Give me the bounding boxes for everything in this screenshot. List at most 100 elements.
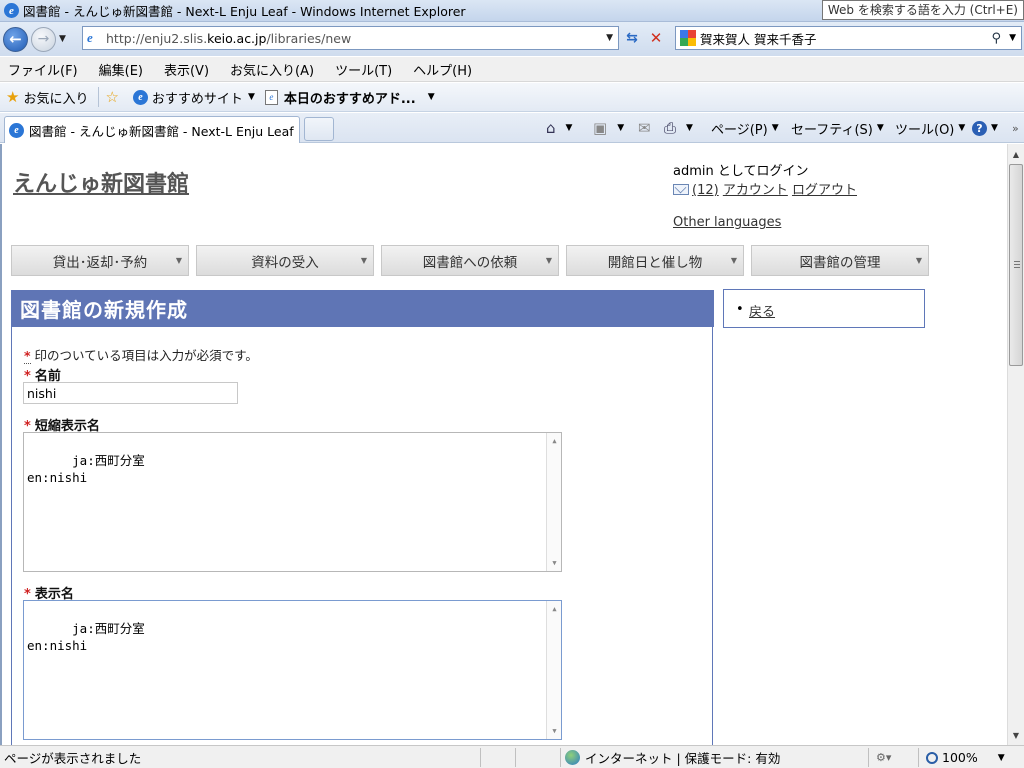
page-heading: 図書館の新規作成 bbox=[12, 290, 714, 327]
nav-events[interactable]: 開館日と催し物 ▼ bbox=[566, 245, 744, 276]
recommended-sites-link[interactable]: e おすすめサイト ▼ bbox=[132, 88, 255, 107]
favorites-divider bbox=[98, 87, 100, 107]
security-zone-text: インターネット | 保護モード: 有効 bbox=[585, 751, 781, 766]
scroll-up-icon[interactable]: ▲ bbox=[547, 434, 561, 448]
menu-edit[interactable]: 編集(E) bbox=[97, 60, 145, 79]
home-button[interactable]: ⌂ ▼ bbox=[546, 117, 572, 139]
search-options-dropdown-icon[interactable]: ▼ bbox=[1009, 33, 1016, 43]
favorites-button[interactable]: ★ お気に入り bbox=[6, 88, 88, 107]
help-dropdown-icon[interactable]: ▼ bbox=[991, 123, 998, 133]
nav-acquisition[interactable]: 資料の受入 ▼ bbox=[196, 245, 374, 276]
scroll-down-icon[interactable]: ▼ bbox=[547, 724, 561, 738]
refresh-button[interactable]: ⇆ bbox=[621, 27, 643, 49]
forward-button[interactable]: → bbox=[31, 26, 56, 52]
feeds-button[interactable]: ▣ ▼ bbox=[593, 117, 624, 139]
tools-menu-label: ツール(O) bbox=[895, 122, 955, 138]
favorites-label: お気に入り bbox=[23, 91, 89, 107]
google-provider-icon bbox=[680, 30, 696, 46]
messages-mail-icon[interactable] bbox=[673, 184, 689, 195]
scroll-thumb[interactable] bbox=[1009, 164, 1023, 366]
short-display-name-textarea[interactable]: ja:西町分室 en:nishi ▲ ▼ bbox=[23, 432, 562, 572]
page-icon: e bbox=[87, 30, 93, 45]
menu-view[interactable]: 表示(V) bbox=[162, 60, 211, 79]
search-box[interactable]: 賀来賀人 賀来千香子 ⚲ ▼ bbox=[675, 26, 1022, 50]
window-title: 図書館 - えんじゅ新図書館 - Next-L Enju Leaf - Wind… bbox=[23, 4, 466, 19]
status-divider bbox=[560, 748, 561, 767]
scroll-down-icon[interactable]: ▼ bbox=[547, 556, 561, 570]
short-display-name-value: ja:西町分室 en:nishi bbox=[27, 453, 145, 485]
print-button[interactable]: ⎙ ▼ bbox=[664, 117, 693, 139]
menu-help[interactable]: ヘルプ(H) bbox=[411, 60, 474, 79]
account-links: (12) アカウント ログアウト bbox=[673, 181, 857, 200]
textarea-scrollbar[interactable]: ▲ ▼ bbox=[546, 601, 561, 739]
scroll-up-icon[interactable]: ▲ bbox=[1008, 146, 1024, 162]
protected-mode-button[interactable]: ⚙▾ bbox=[876, 749, 891, 766]
todays-addon-link[interactable]: e 本日のおすすめアド... ▼ bbox=[264, 88, 435, 107]
page-menu-dropdown-icon: ▼ bbox=[771, 123, 779, 133]
site-title-link[interactable]: えんじゅ新図書館 bbox=[13, 166, 189, 198]
other-languages-link[interactable]: Other languages bbox=[673, 215, 781, 230]
messages-count-link[interactable]: (12) bbox=[692, 183, 719, 198]
menu-favorites[interactable]: お気に入り(A) bbox=[228, 60, 316, 79]
search-icon[interactable]: ⚲ bbox=[991, 31, 1001, 46]
menu-tools[interactable]: ツール(T) bbox=[333, 60, 394, 79]
zoom-level: 100% bbox=[942, 750, 978, 765]
back-button[interactable]: ← bbox=[3, 26, 28, 52]
address-dropdown-icon[interactable]: ▼ bbox=[606, 33, 613, 43]
page-menu-label: ページ(P) bbox=[711, 122, 768, 138]
scroll-down-icon[interactable]: ▼ bbox=[1008, 727, 1024, 743]
scroll-up-icon[interactable]: ▲ bbox=[547, 602, 561, 616]
account-link[interactable]: アカウント bbox=[723, 183, 788, 198]
tools-menu[interactable]: ツール(O) ▼ bbox=[895, 117, 965, 139]
address-toolbar: ← → ▼ e http://enju2.slis.keio.ac.jp/lib… bbox=[0, 22, 1024, 56]
search-input[interactable]: 賀来賀人 賀来千香子 bbox=[700, 29, 816, 48]
grip-icon bbox=[1014, 261, 1020, 268]
display-name-textarea[interactable]: ja:西町分室 en:nishi ▲ ▼ bbox=[23, 600, 562, 740]
security-zone[interactable]: インターネット | 保護モード: 有効 bbox=[565, 749, 780, 766]
logout-link[interactable]: ログアウト bbox=[792, 183, 857, 198]
page-scrollbar[interactable]: ▲ ▼ bbox=[1007, 144, 1024, 745]
safety-menu[interactable]: セーフティ(S) ▼ bbox=[791, 117, 884, 139]
refresh-icon: ⇆ bbox=[626, 30, 638, 46]
display-name-value: ja:西町分室 en:nishi bbox=[27, 621, 145, 653]
textarea-scrollbar[interactable]: ▲ ▼ bbox=[546, 433, 561, 571]
nav-administration[interactable]: 図書館の管理 ▼ bbox=[751, 245, 929, 276]
favorites-bar: ★ お気に入り ☆ e おすすめサイト ▼ e 本日のおすすめアド... ▼ bbox=[0, 83, 1024, 112]
main-navigation: 貸出･返却･予約 ▼ 資料の受入 ▼ 図書館への依頼 ▼ 開館日と催し物 ▼ 図書館の管… bbox=[11, 245, 936, 276]
page-menu[interactable]: ページ(P) ▼ bbox=[711, 117, 779, 139]
safety-menu-label: セーフティ(S) bbox=[791, 122, 873, 138]
nav-administration-label: 図書館の管理 bbox=[799, 254, 881, 271]
protected-mode-icon: ⚙▾ bbox=[876, 751, 892, 764]
side-panel: • 戻る bbox=[723, 289, 925, 328]
zoom-dropdown-icon[interactable]: ▼ bbox=[998, 753, 1005, 763]
feeds-dropdown-icon[interactable]: ▼ bbox=[617, 123, 624, 133]
nav-circulation[interactable]: 貸出･返却･予約 ▼ bbox=[11, 245, 189, 276]
print-dropdown-icon[interactable]: ▼ bbox=[686, 123, 693, 133]
nav-requests[interactable]: 図書館への依頼 ▼ bbox=[381, 245, 559, 276]
menu-file[interactable]: ファイル(F) bbox=[6, 60, 80, 79]
todays-addon-label: 本日のおすすめアド... bbox=[283, 91, 416, 107]
home-dropdown-icon[interactable]: ▼ bbox=[566, 123, 573, 133]
tab-title: 図書館 - えんじゅ新図書館 - Next-L Enju Leaf bbox=[29, 123, 294, 139]
new-tab-button[interactable] bbox=[304, 117, 334, 141]
recommended-sites-dropdown-icon[interactable]: ▼ bbox=[248, 92, 255, 102]
todays-addon-dropdown-icon[interactable]: ▼ bbox=[428, 92, 435, 102]
new-library-panel: 図書館の新規作成 *印のついている項目は入力が必須です。 *名前 *短縮表示名 … bbox=[11, 290, 714, 745]
add-to-favorites-bar-button[interactable]: ☆ bbox=[105, 88, 122, 106]
back-link[interactable]: 戻る bbox=[749, 301, 775, 320]
safety-menu-dropdown-icon: ▼ bbox=[876, 123, 884, 133]
recent-pages-dropdown[interactable]: ▼ bbox=[59, 34, 66, 44]
rss-feed-icon: ▣ bbox=[593, 119, 608, 137]
command-bar-overflow-icon[interactable]: » bbox=[1012, 117, 1019, 139]
tab-library[interactable]: e 図書館 - えんじゅ新図書館 - Next-L Enju Leaf bbox=[4, 116, 300, 143]
stop-button[interactable]: ✕ bbox=[645, 27, 667, 49]
read-mail-button[interactable]: ✉ bbox=[638, 117, 651, 139]
address-url[interactable]: http://enju2.slis.keio.ac.jp/libraries/n… bbox=[106, 31, 351, 46]
address-bar[interactable]: e http://enju2.slis.keio.ac.jp/libraries… bbox=[82, 26, 619, 50]
name-field[interactable] bbox=[23, 382, 238, 404]
web-slice-page-icon: e bbox=[264, 89, 278, 105]
help-button[interactable]: ? ▼ bbox=[972, 117, 998, 139]
zoom-control[interactable]: 100% ▼ bbox=[926, 749, 1005, 766]
search-tooltip: Web を検索する語を入力 (Ctrl+E) bbox=[821, 0, 1024, 20]
ie-site-icon: e bbox=[132, 89, 148, 105]
